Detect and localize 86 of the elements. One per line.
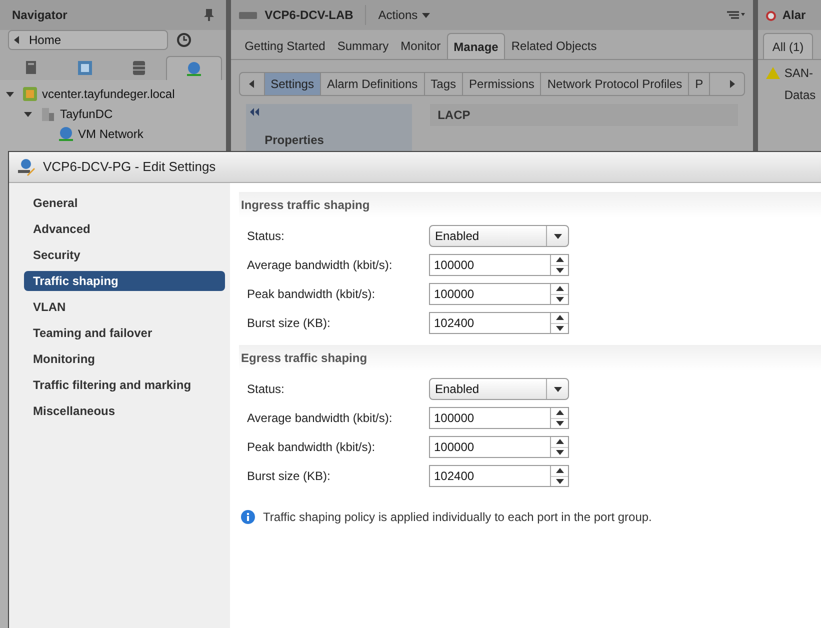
- panel-title: Alar: [782, 7, 806, 24]
- tab[interactable]: All (1): [763, 33, 813, 59]
- section-header: LACP: [430, 104, 738, 126]
- settings-nav-item[interactable]: Traffic filtering and marking: [24, 375, 225, 395]
- tab[interactable]: Manage: [446, 33, 506, 59]
- building-icon: [40, 106, 56, 122]
- tree-item[interactable]: TayfunDC: [60, 105, 113, 123]
- field-label: Peak bandwidth (kbit/s):: [247, 286, 376, 303]
- object-title: VCP6-DCV-LAB: [264, 7, 354, 24]
- number-spinner[interactable]: 102400: [429, 312, 569, 334]
- field-label: Average bandwidth (kbit/s):: [247, 257, 394, 274]
- settings-nav-item[interactable]: Miscellaneous: [24, 401, 225, 421]
- tree-item[interactable]: VM Network: [78, 125, 144, 143]
- dialog-title: VCP6-DCV-PG - Edit Settings: [43, 158, 216, 176]
- alarm-detail: Datas: [783, 87, 817, 104]
- subtab[interactable]: Alarm Definitions: [320, 73, 425, 95]
- number-spinner[interactable]: 100000: [429, 436, 569, 458]
- field-label: Burst size (KB):: [247, 315, 332, 332]
- port-group-edit-icon: [17, 158, 35, 176]
- collapse-icon[interactable]: [250, 108, 260, 116]
- status-dropdown[interactable]: Enabled: [429, 378, 569, 400]
- field-label: Status:: [247, 381, 286, 398]
- decrement-icon: [556, 266, 564, 274]
- expand-arrow-icon: [24, 110, 32, 118]
- settings-nav-item[interactable]: General: [24, 193, 225, 213]
- number-spinner[interactable]: 100000: [429, 254, 569, 276]
- alarm-item[interactable]: SAN-: [784, 64, 813, 82]
- vm-icon: [76, 60, 93, 76]
- tab[interactable]: Getting Started: [238, 33, 332, 59]
- settings-nav-item[interactable]: Advanced: [24, 219, 225, 239]
- expand-arrow-icon: [6, 90, 14, 98]
- info-icon: [241, 510, 255, 524]
- pin-icon[interactable]: [204, 9, 214, 21]
- settings-nav-item[interactable]: Monitoring: [24, 349, 225, 369]
- vcenter-icon: [22, 86, 38, 102]
- caret-icon: [422, 11, 430, 19]
- decrement-icon: [556, 477, 564, 486]
- info-note: Traffic shaping policy is applied individually to each port in the port group.: [263, 509, 652, 526]
- side-heading: Properties: [264, 132, 325, 149]
- switch-icon: [238, 10, 257, 20]
- actions-menu[interactable]: Actions: [378, 6, 430, 24]
- warning-icon: [766, 67, 780, 79]
- number-spinner[interactable]: 100000: [429, 283, 569, 305]
- field-label: Average bandwidth (kbit/s):: [247, 410, 394, 427]
- navigator-tab[interactable]: [166, 56, 222, 80]
- tree-item[interactable]: vcenter.tayfundeger.local: [42, 85, 175, 103]
- panel-title: Navigator: [12, 7, 68, 24]
- tab[interactable]: Related Objects: [505, 33, 603, 59]
- subtab[interactable]: Tags: [424, 73, 464, 95]
- tab[interactable]: Monitor: [394, 33, 447, 59]
- field-label: Burst size (KB):: [247, 468, 332, 485]
- decrement-icon: [556, 324, 564, 332]
- settings-nav-item[interactable]: Teaming and failover: [24, 323, 225, 343]
- decrement-icon: [556, 295, 564, 304]
- decrement-icon: [556, 448, 564, 456]
- increment-icon: [556, 408, 564, 417]
- subtab[interactable]: Settings: [264, 73, 321, 95]
- settings-nav-item[interactable]: VLAN: [24, 297, 225, 317]
- network-icon: [58, 126, 74, 142]
- storage-icon: [130, 60, 147, 76]
- scroll-left-icon: [248, 80, 256, 88]
- number-spinner[interactable]: 102400: [429, 465, 569, 487]
- field-label: Status:: [247, 228, 286, 245]
- increment-icon: [556, 284, 564, 293]
- tab[interactable]: Summary: [331, 33, 395, 59]
- subtab[interactable]: Permissions: [463, 73, 542, 95]
- subtab[interactable]: P: [689, 73, 710, 95]
- status-dropdown[interactable]: Enabled: [429, 225, 569, 247]
- increment-icon: [556, 438, 564, 446]
- settings-nav-item[interactable]: Traffic shaping: [24, 271, 225, 291]
- settings-nav-item[interactable]: Security: [24, 245, 225, 265]
- dropdown-arrow-icon: [554, 385, 562, 393]
- back-arrow-icon: [13, 36, 21, 44]
- history-icon[interactable]: [176, 32, 192, 48]
- decrement-icon: [556, 419, 564, 428]
- home-button[interactable]: Home: [8, 30, 168, 50]
- network-icon: [186, 60, 202, 76]
- increment-icon: [556, 314, 564, 322]
- increment-icon: [556, 466, 564, 475]
- dropdown-arrow-icon: [554, 232, 562, 240]
- subtab[interactable]: Network Protocol Profiles: [541, 73, 690, 95]
- number-spinner[interactable]: 100000: [429, 407, 569, 429]
- field-label: Peak bandwidth (kbit/s):: [247, 439, 376, 456]
- increment-icon: [556, 256, 564, 264]
- scroll-right-icon: [728, 80, 736, 88]
- menu-icon[interactable]: [727, 10, 746, 20]
